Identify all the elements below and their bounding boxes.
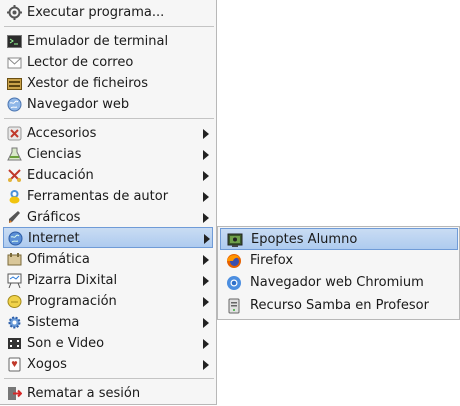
submenu-item-label: Firefox [250,253,294,268]
submenu-item-label: Recurso Samba en Profesor [250,298,429,313]
menu-item-label: Ferramentas de autor [27,189,169,204]
authoring-icon [7,189,22,204]
submenu-arrow-icon [203,171,209,181]
internet-submenu: Epoptes Alumno Firefox Navegador web Chr… [217,226,460,320]
graphics-icon [7,210,22,225]
menu-item-authoring-tools[interactable]: Ferramentas de autor [3,186,213,207]
menu-item-label: Ciencias [27,147,82,162]
menu-separator [4,118,214,119]
menu-separator [4,26,214,27]
menu-item-label: Xestor de ficheiros [27,76,148,91]
menu-item-education[interactable]: Educación [3,165,213,186]
internet-icon [8,231,23,246]
mail-icon [7,55,22,70]
menu-item-multimedia[interactable]: Son e Video [3,333,213,354]
education-icon [7,168,22,183]
submenu-item-chromium[interactable]: Navegador web Chromium [220,272,458,294]
submenu-arrow-icon [203,360,209,370]
menu-item-office[interactable]: Ofimática [3,249,213,270]
office-icon [7,252,22,267]
logout-icon [7,386,22,401]
terminal-icon [7,34,22,49]
whiteboard-icon [7,273,22,288]
submenu-arrow-icon [203,276,209,286]
menu-item-label: Emulador de terminal [27,34,169,49]
submenu-arrow-icon [203,129,209,139]
run-program-icon [7,5,22,20]
science-icon [7,147,22,162]
submenu-arrow-icon [203,255,209,265]
globe-icon [7,97,22,112]
menu-separator [4,378,214,379]
menu-item-label: Accesorios [27,126,97,141]
menu-item-games[interactable]: Xogos [3,354,213,375]
menu-item-science[interactable]: Ciencias [3,144,213,165]
submenu-arrow-icon [203,339,209,349]
submenu-arrow-icon [204,234,210,244]
menu-item-label: Lector de correo [27,55,134,70]
menu-item-system[interactable]: Sistema [3,312,213,333]
menu-item-accessories[interactable]: Accesorios [3,123,213,144]
epoptes-icon [227,232,243,248]
menu-item-label: Xogos [27,357,67,372]
menu-item-label: Educación [27,168,94,183]
menu-item-file-manager[interactable]: Xestor de ficheiros [3,73,213,94]
multimedia-icon [7,336,22,351]
system-icon [7,315,22,330]
main-menu: Executar programa... Emulador de termina… [0,0,217,405]
menu-item-graphics[interactable]: Gráficos [3,207,213,228]
submenu-item-samba[interactable]: Recurso Samba en Profesor [220,295,458,317]
menu-item-label: Son e Video [27,336,105,351]
submenu-arrow-icon [203,150,209,160]
programming-icon [7,294,22,309]
menu-item-web-browser[interactable]: Navegador web [3,94,213,115]
menu-item-run-program[interactable]: Executar programa... [3,2,213,23]
menu-item-terminal[interactable]: Emulador de terminal [3,31,213,52]
submenu-arrow-icon [203,213,209,223]
samba-share-icon [226,298,242,314]
menu-item-label: Internet [28,231,80,246]
submenu-arrow-icon [203,297,209,307]
submenu-item-label: Navegador web Chromium [250,275,424,290]
menu-item-mail[interactable]: Lector de correo [3,52,213,73]
accessories-icon [7,126,22,141]
file-manager-icon [7,76,22,91]
submenu-item-firefox[interactable]: Firefox [220,250,458,272]
menu-item-label: Pizarra Dixital [27,273,118,288]
menu-item-label: Executar programa... [27,5,165,20]
chromium-icon [226,275,242,291]
menu-item-label: Gráficos [27,210,81,225]
submenu-item-label: Epoptes Alumno [251,232,358,247]
menu-item-logout[interactable]: Rematar a sesión [3,383,213,404]
submenu-arrow-icon [203,192,209,202]
menu-item-programming[interactable]: Programación [3,291,213,312]
firefox-icon [226,253,242,269]
menu-item-whiteboard[interactable]: Pizarra Dixital [3,270,213,291]
menu-item-label: Ofimática [27,252,90,267]
games-icon [7,357,22,372]
submenu-item-epoptes[interactable]: Epoptes Alumno [220,228,458,250]
submenu-arrow-icon [203,318,209,328]
menu-item-label: Rematar a sesión [27,386,141,401]
menu-item-label: Programación [27,294,117,309]
menu-item-label: Sistema [27,315,80,330]
menu-item-internet[interactable]: Internet [3,227,213,248]
menu-item-label: Navegador web [27,97,130,112]
